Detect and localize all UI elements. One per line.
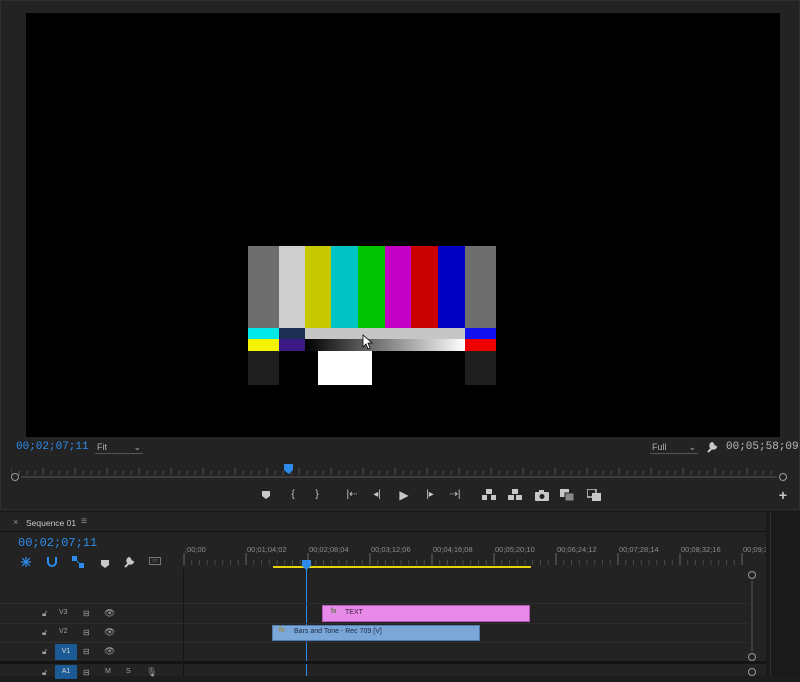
bars-clip-label: Bars and Tone - Rec 709 [V] (294, 628, 382, 635)
ruler-tick-label: 00;03;12;06 (371, 545, 411, 554)
timeline-settings-wrench-icon[interactable] (123, 555, 135, 568)
monitor-time-ruler[interactable] (10, 463, 783, 475)
lift-icon[interactable] (481, 488, 497, 502)
play-icon[interactable]: ▶ (396, 488, 412, 502)
extract-icon[interactable] (507, 488, 523, 502)
track-v1: 🔓︎ V1 ⊟ 👁︎ (0, 643, 748, 661)
ruler-tick-label: 00;08;32;16 (681, 545, 721, 554)
lock-icon[interactable]: 🔓︎ (42, 647, 47, 657)
track-name-v1[interactable]: V1 (55, 644, 77, 660)
bars-and-tone-clip[interactable]: fx Bars and Tone - Rec 709 [V] (272, 625, 480, 641)
sync-lock-icon[interactable]: ⊟ (83, 609, 90, 618)
zoom-level-value: Fit (97, 442, 107, 452)
compare-view-icon[interactable] (559, 488, 575, 502)
scroll-handle-left[interactable] (11, 473, 19, 481)
panel-menu-icon[interactable]: ≡ (81, 516, 87, 527)
fx-badge-icon: fx (331, 608, 337, 615)
close-panel-icon[interactable]: × (13, 517, 18, 527)
chevron-down-icon: ⌄ (133, 442, 141, 452)
step-forward-icon[interactable]: |▸ (422, 488, 438, 502)
captions-icon[interactable]: cc (149, 557, 161, 565)
program-monitor: 00;02;07;11 Fit ⌄ Full ⌄ 00;05;58;09 { }… (0, 0, 800, 510)
current-timecode[interactable]: 00;02;07;11 (16, 441, 89, 453)
ruler-tick-label: 00;06;24;12 (557, 545, 597, 554)
scroll-track (21, 476, 777, 478)
go-to-in-icon[interactable]: |⇠ (344, 488, 360, 502)
lock-icon[interactable]: 🔓︎ (42, 628, 47, 638)
timeline-timecode[interactable]: 00;02;07;11 (18, 536, 97, 550)
track-name-v2[interactable]: V2 (59, 628, 68, 635)
nest-sequence-icon[interactable] (20, 555, 32, 567)
fx-badge-icon: fx (279, 627, 285, 634)
marker-icon[interactable] (258, 488, 274, 502)
linked-selection-icon[interactable] (72, 555, 84, 568)
ruler-tick-label: 00;02;08;04 (309, 545, 349, 554)
track-name-a1[interactable]: A1 (55, 665, 77, 679)
add-marker-icon[interactable] (100, 556, 110, 568)
sync-lock-icon[interactable]: ⊟ (83, 647, 90, 656)
duration-timecode: 00;05;58;09 (726, 441, 799, 453)
track-separator (0, 623, 748, 624)
mark-out-icon[interactable]: } (309, 488, 325, 502)
go-to-out-icon[interactable]: ⇢| (447, 488, 463, 502)
mark-in-icon[interactable]: { (285, 488, 301, 502)
snap-icon[interactable] (46, 555, 58, 567)
video-tracks-scrollbar[interactable] (748, 569, 756, 665)
header-divider (0, 531, 766, 532)
playback-resolution-dropdown[interactable]: Full ⌄ (650, 442, 698, 454)
step-back-icon[interactable]: ◂| (369, 488, 385, 502)
ruler-tick-label: 00;01;04;02 (247, 545, 287, 554)
sequence-tab-title[interactable]: Sequence 01 (26, 518, 76, 528)
zoom-level-dropdown[interactable]: Fit ⌄ (95, 442, 143, 454)
solo-track-button[interactable]: S (126, 668, 131, 675)
eye-icon[interactable]: 👁︎ (104, 627, 115, 638)
lock-icon[interactable]: 🔓︎ (42, 609, 47, 619)
monitor-playhead[interactable] (284, 461, 293, 474)
text-clip[interactable]: fx TEXT (322, 605, 530, 622)
track-separator (0, 603, 748, 604)
resolution-value: Full (652, 442, 667, 452)
ruler-tick-label: 00;07;28;14 (619, 545, 659, 554)
wrench-icon[interactable] (705, 440, 719, 454)
overlay-icon[interactable] (586, 488, 602, 502)
eye-icon[interactable]: 👁︎ (104, 646, 115, 657)
camera-icon[interactable] (534, 488, 550, 502)
eye-icon[interactable]: 👁︎ (104, 608, 115, 619)
track-a1: 🔓︎ A1 ⊟ M S 🎙︎ (0, 664, 748, 682)
text-clip-label: TEXT (345, 609, 363, 616)
chevron-down-icon: ⌄ (688, 442, 696, 452)
work-area-bar[interactable] (273, 566, 531, 568)
ruler-tick-label: 00;05;20;10 (495, 545, 535, 554)
sync-lock-icon[interactable]: ⊟ (83, 628, 90, 637)
ruler-tick-label: 00;04;16;08 (433, 545, 473, 554)
monitor-zoom-scrollbar[interactable] (11, 473, 787, 481)
microphone-icon[interactable]: 🎙︎ (146, 667, 157, 678)
video-viewer[interactable] (26, 13, 780, 437)
ruler-tick-label: 00;09;3 (743, 545, 769, 554)
right-panel-gutter (766, 512, 800, 676)
add-icon[interactable]: + (775, 488, 791, 502)
color-bars-frame (248, 246, 496, 385)
lock-icon[interactable]: 🔓︎ (42, 668, 47, 678)
mute-track-button[interactable]: M (105, 668, 111, 675)
track-name-v3[interactable]: V3 (59, 609, 68, 616)
ruler-tick-label: ;00;00 (185, 545, 206, 554)
scroll-handle-right[interactable] (779, 473, 787, 481)
audio-tracks-scrollbar[interactable] (748, 664, 756, 676)
